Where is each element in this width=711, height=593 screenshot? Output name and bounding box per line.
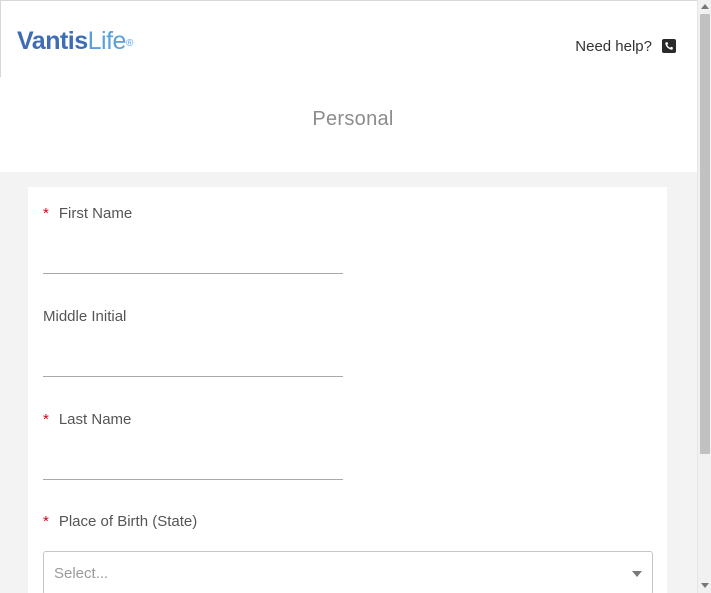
need-help-link[interactable]: Need help? bbox=[575, 36, 676, 56]
header: VantisLife® Need help? Personal bbox=[0, 0, 697, 172]
required-marker: * bbox=[43, 205, 49, 222]
logo-registered-mark: ® bbox=[125, 38, 133, 49]
place-of-birth-label-text: Place of Birth (State) bbox=[58, 513, 198, 530]
page-viewport: VantisLife® Need help? Personal * First N… bbox=[0, 0, 697, 593]
scroll-down-arrow-icon[interactable] bbox=[701, 583, 709, 588]
last-name-label-text: Last Name bbox=[58, 411, 132, 428]
vantis-life-logo[interactable]: VantisLife® bbox=[17, 27, 133, 55]
place-of-birth-select[interactable]: Select... bbox=[43, 551, 653, 593]
scroll-up-arrow-icon[interactable] bbox=[701, 4, 709, 9]
chevron-down-icon[interactable] bbox=[632, 571, 642, 577]
middle-initial-label-text: Middle Initial bbox=[43, 308, 127, 325]
personal-form-card: * First Name Middle Initial * Last Name * P… bbox=[28, 187, 667, 593]
page-title: Personal bbox=[312, 108, 394, 130]
top-bar: VantisLife® Need help? bbox=[0, 0, 697, 77]
need-help-text: Need help? bbox=[575, 37, 652, 55]
last-name-label: * Last Name bbox=[43, 411, 131, 428]
required-marker: * bbox=[43, 411, 49, 428]
scrollbar-thumb[interactable] bbox=[700, 14, 710, 454]
last-name-input[interactable] bbox=[43, 450, 343, 480]
place-of-birth-label: * Place of Birth (State) bbox=[43, 513, 197, 530]
first-name-label: * First Name bbox=[43, 205, 132, 222]
logo-brand-sub: Life bbox=[87, 27, 127, 55]
first-name-input[interactable] bbox=[43, 244, 343, 274]
logo-brand-main: Vantis bbox=[17, 27, 88, 55]
required-marker: * bbox=[43, 513, 49, 530]
middle-initial-label: Middle Initial bbox=[43, 308, 126, 325]
vertical-scrollbar[interactable] bbox=[697, 0, 711, 593]
select-placeholder: Select... bbox=[54, 565, 109, 582]
phone-icon[interactable] bbox=[662, 39, 676, 53]
middle-initial-input[interactable] bbox=[43, 347, 343, 377]
first-name-label-text: First Name bbox=[58, 205, 133, 222]
